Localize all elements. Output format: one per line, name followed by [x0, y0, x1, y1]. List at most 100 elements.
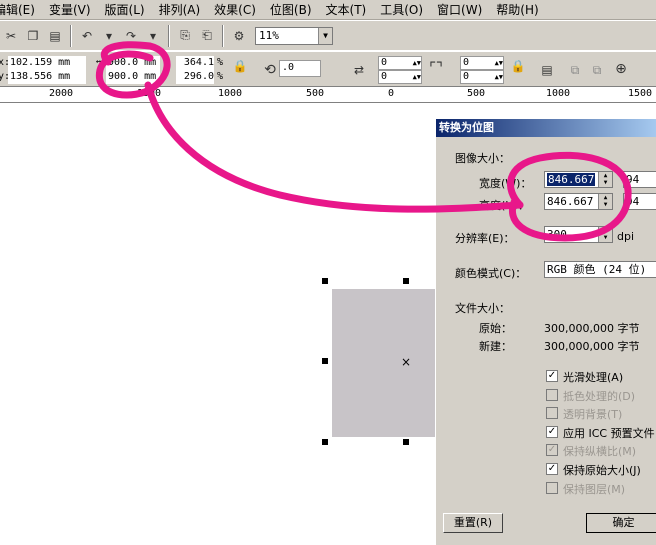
percent-label: % [217, 57, 224, 68]
height-label: 高度(H)： [479, 199, 529, 212]
separator [70, 24, 72, 47]
spinner-arrows-icon[interactable]: ▲▼ [399, 57, 421, 69]
paste-icon[interactable]: ▤ [47, 28, 63, 44]
selection-handle[interactable] [322, 278, 328, 284]
dialog-title: 转换为位图 [436, 119, 656, 137]
ok-button[interactable]: 确定 [586, 513, 656, 533]
to-back-icon[interactable]: ⧉ [589, 62, 605, 78]
ruler-tick-label: 2000 [49, 88, 74, 99]
round-corner-icon[interactable]: ⌜⌝ [428, 59, 444, 77]
menu-item-1[interactable]: 变量(V) [49, 1, 105, 18]
ruler-tick-label: 1500 [628, 88, 653, 99]
new-label: 新建： [479, 340, 512, 353]
width-label: 宽度(W)： [479, 177, 532, 190]
convert-to-bitmap-dialog: 转换为位图 图像大小： 宽度(W)： 846.667 ▲ ▼ 94 高度(H)： 8… [435, 119, 656, 545]
option-label: 保持图层(M) [563, 482, 626, 496]
zoom-select[interactable]: 11% ▼ [255, 27, 333, 45]
selection-handle[interactable] [403, 278, 409, 284]
menu-item-0[interactable]: 编辑(E) [0, 1, 49, 18]
spinner-arrows-icon[interactable]: ▲▼ [481, 71, 503, 83]
width-percent-input[interactable]: 94 [623, 171, 656, 188]
text-wrap-icon[interactable]: ▤ [539, 62, 555, 78]
export-icon[interactable]: ⎗ [199, 28, 215, 44]
separator [168, 24, 170, 47]
original-size-value: 300,000,000 字节 [544, 322, 640, 335]
menu-bar: 编辑(E) 变量(V) 版面(L) 排列(A) 效果(C) 位图(B) 文本(T) 工具(O)… [0, 0, 656, 20]
height-input[interactable]: 846.667 ▲ ▼ [544, 193, 613, 210]
option-checkbox[interactable]: ✓ [546, 425, 558, 438]
redo-icon[interactable]: ↷ [123, 28, 139, 44]
corner-field-1[interactable]: 0 ▲▼ [378, 56, 422, 70]
spinner-icon[interactable]: ▲ ▼ [598, 227, 612, 242]
menu-item-8[interactable]: 窗口(W) [437, 1, 496, 18]
spinner-icon[interactable]: ▲ ▼ [598, 172, 612, 187]
ruler-tick-label: 500 [306, 88, 325, 99]
rotate-icon: ⟲ [264, 62, 276, 78]
corner-field-4[interactable]: 0 ▲▼ [460, 70, 504, 84]
spinner-arrows-icon[interactable]: ▲▼ [399, 71, 421, 83]
redo-dropdown-icon[interactable]: ▾ [145, 28, 161, 44]
color-mode-select[interactable]: RGB 颜色 (24 位) [544, 261, 656, 278]
y-position-field[interactable]: 138.556 mm [8, 70, 86, 84]
selection-handle[interactable] [322, 439, 328, 445]
convert-to-curves-icon[interactable]: ⊕ [613, 61, 629, 77]
color-mode-label: 颜色模式(C)： [455, 267, 527, 280]
menu-item-6[interactable]: 文本(T) [326, 1, 381, 18]
option-label: 光滑处理(A) [563, 371, 624, 384]
menu-item-5[interactable]: 位图(B) [270, 1, 326, 18]
menu-item-7[interactable]: 工具(O) [380, 1, 437, 18]
corner-field-2[interactable]: 0 ▲▼ [378, 70, 422, 84]
menu-item-4[interactable]: 效果(C) [214, 1, 270, 18]
x-position-field[interactable]: 102.159 mm [8, 56, 86, 70]
selection-handle[interactable] [322, 358, 328, 364]
lock-corners-icon[interactable]: 🔒 [510, 58, 526, 74]
new-size-value: 300,000,000 字节 [544, 340, 640, 353]
cut-icon[interactable]: ✂ [3, 28, 19, 44]
file-size-label: 文件大小： [455, 302, 510, 315]
height-percent-input[interactable]: 94 [623, 193, 656, 210]
scale-y-field[interactable]: 296.0 [176, 70, 214, 84]
original-label: 原始： [479, 322, 512, 335]
ruler-tick-label: 500 [467, 88, 486, 99]
option-checkbox [546, 481, 558, 494]
undo-dropdown-icon[interactable]: ▾ [101, 28, 117, 44]
percent-label: % [217, 71, 224, 82]
spinner-icon[interactable]: ▲ ▼ [598, 194, 612, 209]
chevron-down-icon[interactable]: ▼ [318, 28, 332, 44]
option-label: 透明背景(T) [563, 408, 623, 422]
option-label: 保持纵横比(M) [563, 445, 637, 459]
option-label: 保持原始大小(J) [563, 464, 641, 477]
application-launcher-icon[interactable]: ⚙ [231, 28, 247, 44]
height-icon: ↕ [96, 71, 102, 81]
object-width-field[interactable]: 900.0 mm [106, 56, 160, 70]
copy-icon[interactable]: ❐ [25, 28, 41, 44]
ruler-tick-label: 1000 [218, 88, 243, 99]
selected-rectangle[interactable] [332, 289, 436, 437]
option-checkbox[interactable]: ✓ [546, 463, 558, 475]
ruler-tick-label: 0 [388, 88, 395, 99]
to-front-icon[interactable]: ⧉ [567, 62, 583, 78]
object-height-field[interactable]: 900.0 mm [106, 70, 160, 84]
width-icon: ↔ [96, 57, 102, 67]
corner-field-3[interactable]: 0 ▲▼ [460, 56, 504, 70]
rotation-angle-field[interactable]: .0 [279, 60, 321, 77]
selection-handle[interactable] [403, 439, 409, 445]
option-checkbox: ✓ [546, 444, 558, 457]
menu-item-3[interactable]: 排列(A) [159, 1, 215, 18]
option-label: 抵色处理的(D) [563, 389, 636, 403]
spinner-arrows-icon[interactable]: ▲▼ [481, 57, 503, 69]
mirror-icon[interactable]: ⇄ [351, 62, 367, 78]
reset-button[interactable]: 重置(R) [443, 513, 503, 533]
option-checkbox[interactable]: ✓ [546, 370, 558, 382]
resolution-input[interactable]: 300 ▲ ▼ [544, 226, 613, 243]
option-checkbox [546, 407, 558, 420]
lock-ratio-icon[interactable]: 🔒 [232, 58, 248, 74]
menu-item-2[interactable]: 版面(L) [105, 1, 159, 18]
menu-item-9[interactable]: 帮助(H) [496, 1, 552, 18]
separator [222, 24, 224, 47]
scale-x-field[interactable]: 364.1 [176, 56, 214, 70]
width-input[interactable]: 846.667 ▲ ▼ [544, 171, 613, 188]
import-icon[interactable]: ⎘ [177, 28, 193, 44]
undo-icon[interactable]: ↶ [79, 28, 95, 44]
property-bar: x: 102.159 mm y: 138.556 mm ↔ 900.0 mm ↕… [0, 52, 656, 86]
